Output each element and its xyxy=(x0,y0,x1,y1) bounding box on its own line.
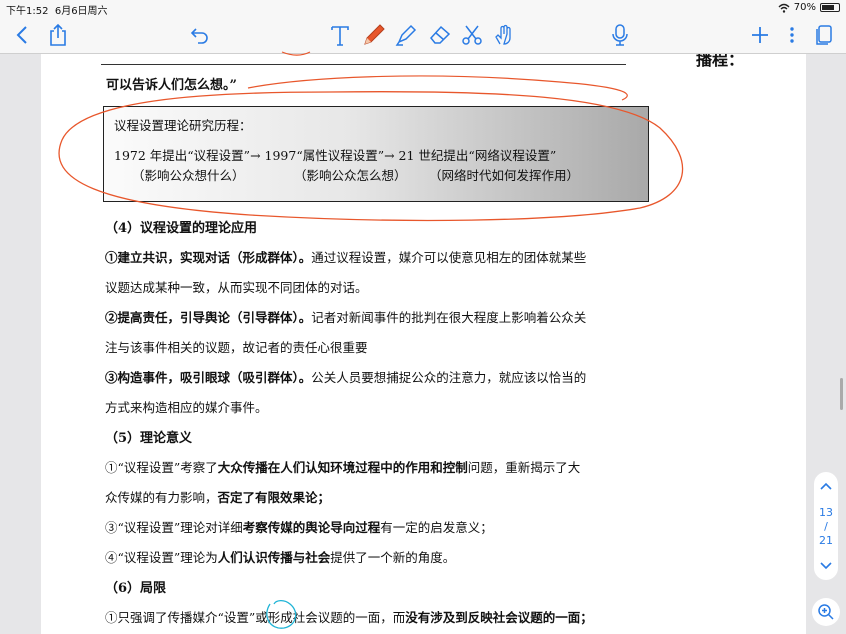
ink-annotations xyxy=(58,51,684,629)
page-separator: / xyxy=(824,520,828,533)
ink-blue-circle xyxy=(266,599,297,629)
page-up-icon[interactable] xyxy=(818,478,834,494)
current-page: 13 xyxy=(819,506,833,519)
scrollbar-thumb[interactable] xyxy=(840,378,843,410)
ink-underline-stroke xyxy=(247,75,628,101)
ink-top-arc xyxy=(281,51,311,56)
ink-ellipse-stroke xyxy=(58,91,684,222)
page-navigator: 13 / 21 xyxy=(814,472,838,580)
page-down-icon[interactable] xyxy=(818,558,834,574)
zoom-button[interactable] xyxy=(812,598,840,626)
zoom-in-icon xyxy=(818,604,834,620)
total-pages: 21 xyxy=(819,534,833,547)
